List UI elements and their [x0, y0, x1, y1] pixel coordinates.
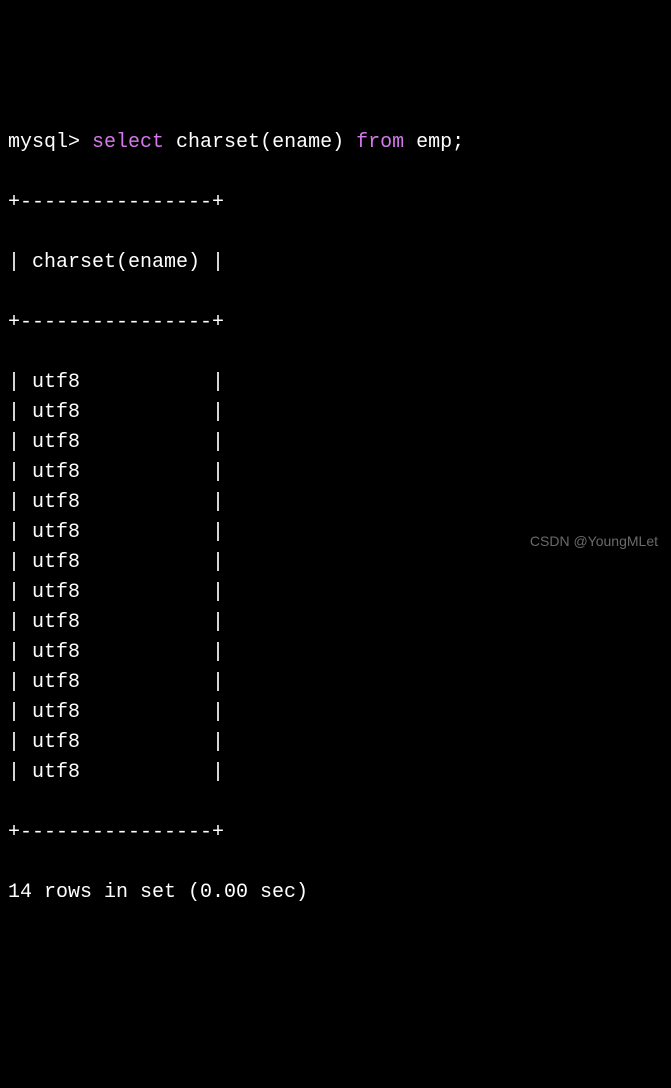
table-row: | utf8 |: [8, 698, 663, 728]
table-row: | utf8 |: [8, 608, 663, 638]
table-border-top: +----------------+: [8, 188, 663, 218]
table-row: | utf8 |: [8, 488, 663, 518]
table-row: | utf8 |: [8, 728, 663, 758]
table-row: | utf8 |: [8, 428, 663, 458]
column-header: charset(ename): [32, 251, 200, 274]
query-line: mysql> select charset(ename) from emp;: [8, 128, 663, 158]
status-line: 14 rows in set (0.00 sec): [8, 878, 663, 908]
select-keyword: select: [92, 131, 164, 154]
table-row: | utf8 |: [8, 458, 663, 488]
table-body: | utf8 || utf8 || utf8 || utf8 || utf8 |…: [8, 368, 663, 788]
table-row: | utf8 |: [8, 578, 663, 608]
table-row: | utf8 |: [8, 368, 663, 398]
query-table: emp;: [404, 131, 464, 154]
query-func: charset(ename): [164, 131, 356, 154]
table-border-mid: +----------------+: [8, 308, 663, 338]
table-row: | utf8 |: [8, 758, 663, 788]
table-header-row: | charset(ename) |: [8, 248, 663, 278]
mysql-prompt: mysql>: [8, 131, 80, 154]
table-row: | utf8 |: [8, 638, 663, 668]
from-keyword: from: [356, 131, 404, 154]
table-border-bottom: +----------------+: [8, 818, 663, 848]
table-row: | utf8 |: [8, 668, 663, 698]
watermark: CSDN @YoungMLet: [530, 531, 658, 552]
table-row: | utf8 |: [8, 398, 663, 428]
